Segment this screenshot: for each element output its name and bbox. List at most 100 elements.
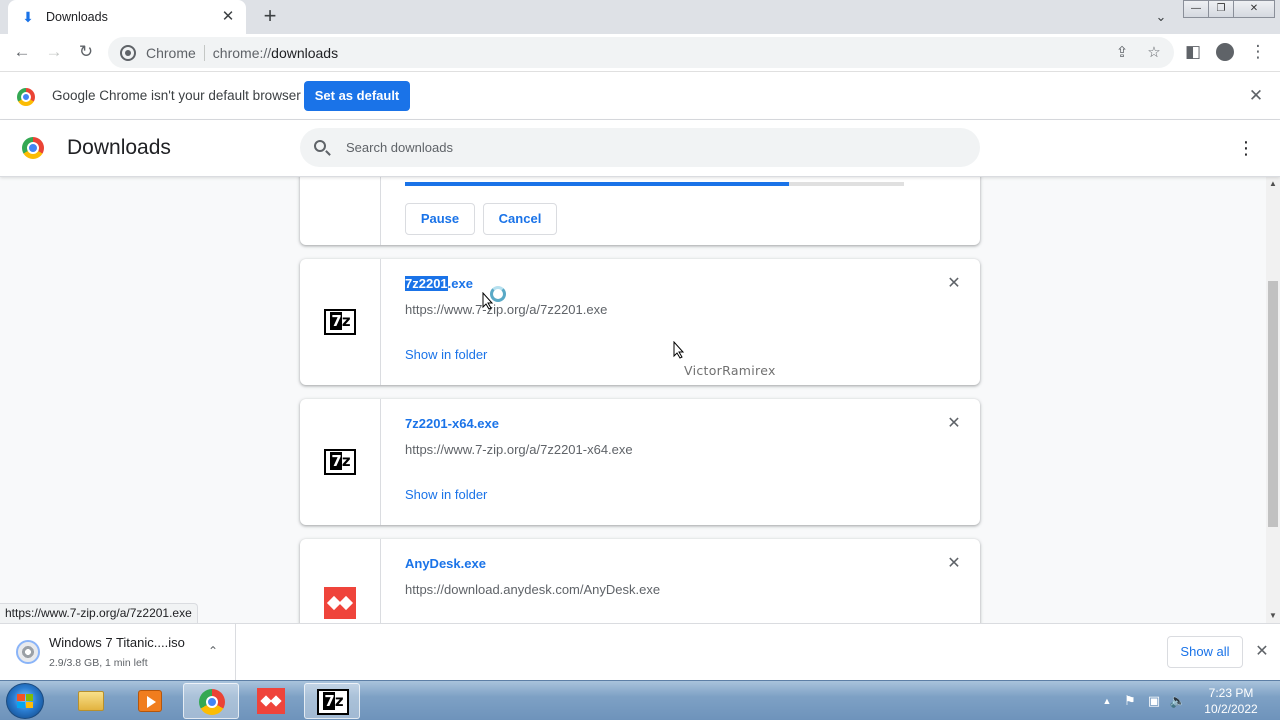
scrollbar-thumb[interactable] bbox=[1268, 281, 1278, 527]
download-item-in-progress: Pause Cancel bbox=[300, 177, 980, 245]
shelf-item-status: 2.9/3.8 GB, 1 min left bbox=[49, 657, 148, 669]
address-bar[interactable]: Chrome chrome:// downloads ⇪ ☆ bbox=[108, 37, 1174, 68]
minimize-button[interactable]: — bbox=[1183, 0, 1209, 18]
bookmark-star-icon[interactable]: ☆ bbox=[1142, 37, 1166, 68]
action-center-flag-icon[interactable]: ⚑ bbox=[1121, 692, 1139, 710]
downloads-header: Downloads ⋮ bbox=[0, 120, 1280, 177]
tab-close-icon[interactable]: ✕ bbox=[220, 9, 236, 25]
download-icon-column bbox=[300, 177, 381, 245]
taskbar-chrome[interactable] bbox=[183, 683, 239, 719]
show-all-button[interactable]: Show all bbox=[1167, 636, 1243, 668]
address-scheme: chrome:// bbox=[212, 44, 272, 61]
remove-item-icon[interactable]: ✕ bbox=[944, 414, 964, 434]
file-name-link[interactable]: AnyDesk.exe bbox=[405, 556, 486, 571]
busy-spinner-icon bbox=[490, 286, 506, 302]
network-icon[interactable]: ▣ bbox=[1145, 692, 1163, 710]
address-host: downloads bbox=[271, 44, 339, 61]
remove-item-icon[interactable]: ✕ bbox=[944, 554, 964, 574]
mouse-cursor-icon bbox=[673, 341, 685, 359]
tab-strip: ⬇ Downloads ✕ + ⌄ — ❐ ✕ bbox=[0, 0, 1280, 34]
anydesk-icon bbox=[257, 688, 285, 714]
page-scrollbar[interactable]: ▲ ▼ bbox=[1266, 177, 1280, 623]
download-icon-column bbox=[300, 539, 381, 623]
side-panel-icon[interactable]: ◧ bbox=[1180, 39, 1206, 65]
7zip-icon: 7z bbox=[317, 689, 349, 715]
restore-button[interactable]: ❐ bbox=[1208, 0, 1234, 18]
download-shelf: Windows 7 Titanic....iso 2.9/3.8 GB, 1 m… bbox=[0, 623, 1280, 681]
scroll-down-arrow-icon[interactable]: ▼ bbox=[1266, 609, 1280, 623]
default-browser-infobar: Google Chrome isn't your default browser… bbox=[0, 71, 1280, 120]
new-tab-button[interactable]: + bbox=[258, 5, 282, 29]
download-item-anydesk: AnyDesk.exe https://download.anydesk.com… bbox=[300, 539, 980, 623]
search-box[interactable] bbox=[300, 128, 980, 167]
taskbar-clock[interactable]: 7:23 PM 10/2/2022 bbox=[1196, 685, 1266, 717]
shelf-item-name: Windows 7 Titanic....iso bbox=[49, 635, 185, 650]
scroll-up-arrow-icon[interactable]: ▲ bbox=[1266, 177, 1280, 191]
progress-fill bbox=[405, 182, 790, 186]
volume-icon[interactable]: 🔈 bbox=[1169, 692, 1187, 710]
download-item-7z2201-x64: 7z 7z2201-x64.exe https://www.7-zip.org/… bbox=[300, 399, 980, 525]
chrome-logo-icon bbox=[17, 88, 35, 106]
start-button[interactable] bbox=[6, 683, 44, 719]
show-in-folder-link[interactable]: Show in folder bbox=[405, 347, 487, 362]
infobar-message: Google Chrome isn't your default browser bbox=[52, 88, 301, 103]
kebab-menu-icon[interactable]: ⋮ bbox=[1245, 39, 1271, 65]
7zip-icon: 7z bbox=[324, 309, 356, 335]
tab-title: Downloads bbox=[46, 10, 108, 24]
shelf-close-icon[interactable]: ✕ bbox=[1252, 642, 1272, 662]
media-player-icon bbox=[138, 690, 162, 712]
infobar-close-icon[interactable]: ✕ bbox=[1246, 86, 1266, 106]
show-in-folder-link[interactable]: Show in folder bbox=[405, 487, 487, 502]
download-progress-bar bbox=[405, 182, 904, 186]
taskbar-media-player[interactable] bbox=[122, 683, 178, 719]
download-icon-column: 7z bbox=[300, 399, 381, 525]
7zip-icon: 7z bbox=[324, 449, 356, 475]
windows-taskbar: 7z ▲ ⚑ ▣ 🔈 7:23 PM 10/2/2022 bbox=[0, 680, 1280, 720]
tab-search-chevron-icon[interactable]: ⌄ bbox=[1150, 7, 1172, 27]
file-name-link[interactable]: 7z2201.exe bbox=[405, 276, 473, 291]
toolbar: ← → ↻ Chrome chrome:// downloads ⇪ ☆ ◧ ⋮ bbox=[0, 34, 1280, 71]
file-url[interactable]: https://www.7-zip.org/a/7z2201.exe bbox=[405, 302, 607, 317]
search-input[interactable] bbox=[346, 128, 946, 167]
taskbar-explorer[interactable] bbox=[62, 683, 118, 719]
shelf-download-item[interactable]: Windows 7 Titanic....iso 2.9/3.8 GB, 1 m… bbox=[0, 624, 236, 681]
status-url-bubble: https://www.7-zip.org/a/7z2201.exe bbox=[0, 603, 198, 623]
clock-date: 10/2/2022 bbox=[1204, 702, 1258, 716]
downloads-list: Pause Cancel 7z 7z2201.exe https://www.7… bbox=[0, 177, 1266, 623]
back-icon[interactable]: ← bbox=[9, 39, 35, 65]
taskbar-7zip[interactable]: 7z bbox=[304, 683, 360, 719]
address-chip: Chrome bbox=[146, 44, 196, 61]
downloads-menu-icon[interactable]: ⋮ bbox=[1236, 136, 1256, 160]
profile-avatar-icon[interactable] bbox=[1212, 39, 1238, 65]
share-icon[interactable]: ⇪ bbox=[1110, 37, 1134, 68]
tab-downloads[interactable]: ⬇ Downloads ✕ bbox=[8, 0, 246, 34]
cancel-button[interactable]: Cancel bbox=[483, 203, 557, 235]
clock-time: 7:23 PM bbox=[1208, 686, 1254, 700]
windows-logo-icon bbox=[17, 694, 33, 708]
close-window-button[interactable]: ✕ bbox=[1233, 0, 1275, 18]
chrome-icon bbox=[199, 689, 225, 715]
download-icon: ⬇ bbox=[22, 9, 34, 25]
file-name-link[interactable]: 7z2201-x64.exe bbox=[405, 416, 499, 431]
chrome-page-icon bbox=[120, 44, 136, 61]
anydesk-icon bbox=[324, 587, 356, 619]
set-as-default-button[interactable]: Set as default bbox=[304, 81, 410, 111]
search-icon bbox=[314, 140, 326, 152]
tray-expand-icon[interactable]: ▲ bbox=[1098, 692, 1116, 710]
chevron-up-icon[interactable]: ⌃ bbox=[204, 642, 222, 660]
forward-icon[interactable]: → bbox=[41, 39, 67, 65]
taskbar-anydesk[interactable] bbox=[243, 683, 299, 719]
page-title: Downloads bbox=[67, 136, 171, 159]
remove-item-icon[interactable]: ✕ bbox=[944, 274, 964, 294]
file-url[interactable]: https://download.anydesk.com/AnyDesk.exe bbox=[405, 582, 660, 597]
pause-button[interactable]: Pause bbox=[405, 203, 475, 235]
watermark-text: VictorRamirex bbox=[684, 363, 776, 378]
disc-image-icon bbox=[16, 640, 40, 664]
download-item-7z2201: 7z 7z2201.exe https://www.7-zip.org/a/7z… bbox=[300, 259, 980, 385]
download-icon-column: 7z bbox=[300, 259, 381, 385]
chrome-logo-icon bbox=[22, 137, 44, 159]
file-url[interactable]: https://www.7-zip.org/a/7z2201-x64.exe bbox=[405, 442, 633, 457]
address-separator bbox=[203, 44, 205, 61]
reload-icon[interactable]: ↻ bbox=[73, 39, 99, 65]
folder-icon bbox=[78, 691, 104, 711]
